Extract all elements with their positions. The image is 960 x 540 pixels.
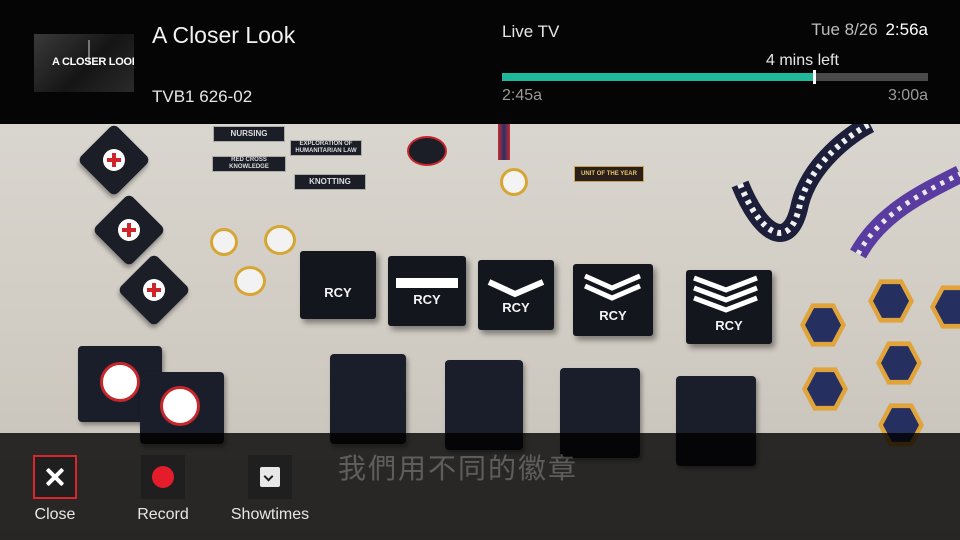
program-info-bar: A CLOSER LOOK A Closer Look TVB1 626-02 …	[0, 0, 960, 124]
time-remaining: 4 mins left	[766, 52, 839, 69]
record-button[interactable]	[141, 455, 185, 499]
close-label: Close	[34, 506, 76, 523]
program-start-time: 2:45a	[502, 87, 543, 104]
chevron-stripe	[693, 275, 758, 293]
progress-marker	[812, 70, 816, 84]
program-title: A Closer Look	[152, 22, 296, 48]
current-time: 2:56a	[885, 20, 928, 39]
close-icon	[35, 457, 75, 497]
clock-icon	[260, 467, 280, 487]
thumbnail-logo-text: A CLOSER LOOK	[52, 56, 134, 68]
patch-emblem	[100, 362, 140, 402]
close-action[interactable]: Close	[10, 455, 100, 524]
chevron-stripe	[583, 273, 641, 291]
current-datetime: Tue 8/26 2:56a	[811, 20, 928, 40]
live-tv-label: Live TV	[502, 22, 560, 41]
program-thumbnail: A CLOSER LOOK	[34, 34, 134, 92]
lanyard-cord-purple	[850, 165, 960, 259]
current-date: Tue 8/26	[811, 20, 878, 39]
closed-caption: 我們用不同的徽章	[338, 452, 579, 485]
action-bar: 我們用不同的徽章 Close Record Showtimes	[0, 433, 960, 540]
progress-fill	[502, 73, 813, 81]
chevron-stripe	[487, 279, 545, 298]
patch-emblem	[160, 386, 200, 426]
close-button[interactable]	[33, 455, 77, 499]
program-progress-bar	[502, 70, 928, 84]
showtimes-action[interactable]: Showtimes	[225, 455, 315, 524]
record-label: Record	[137, 506, 189, 523]
record-action[interactable]: Record	[118, 455, 208, 524]
channel-number: TVB1 626-02	[152, 87, 253, 106]
program-end-time: 3:00a	[887, 87, 928, 104]
epaulette-blank	[330, 354, 406, 444]
showtimes-label: Showtimes	[230, 506, 310, 523]
record-icon	[152, 466, 174, 488]
showtimes-button[interactable]	[248, 455, 292, 499]
